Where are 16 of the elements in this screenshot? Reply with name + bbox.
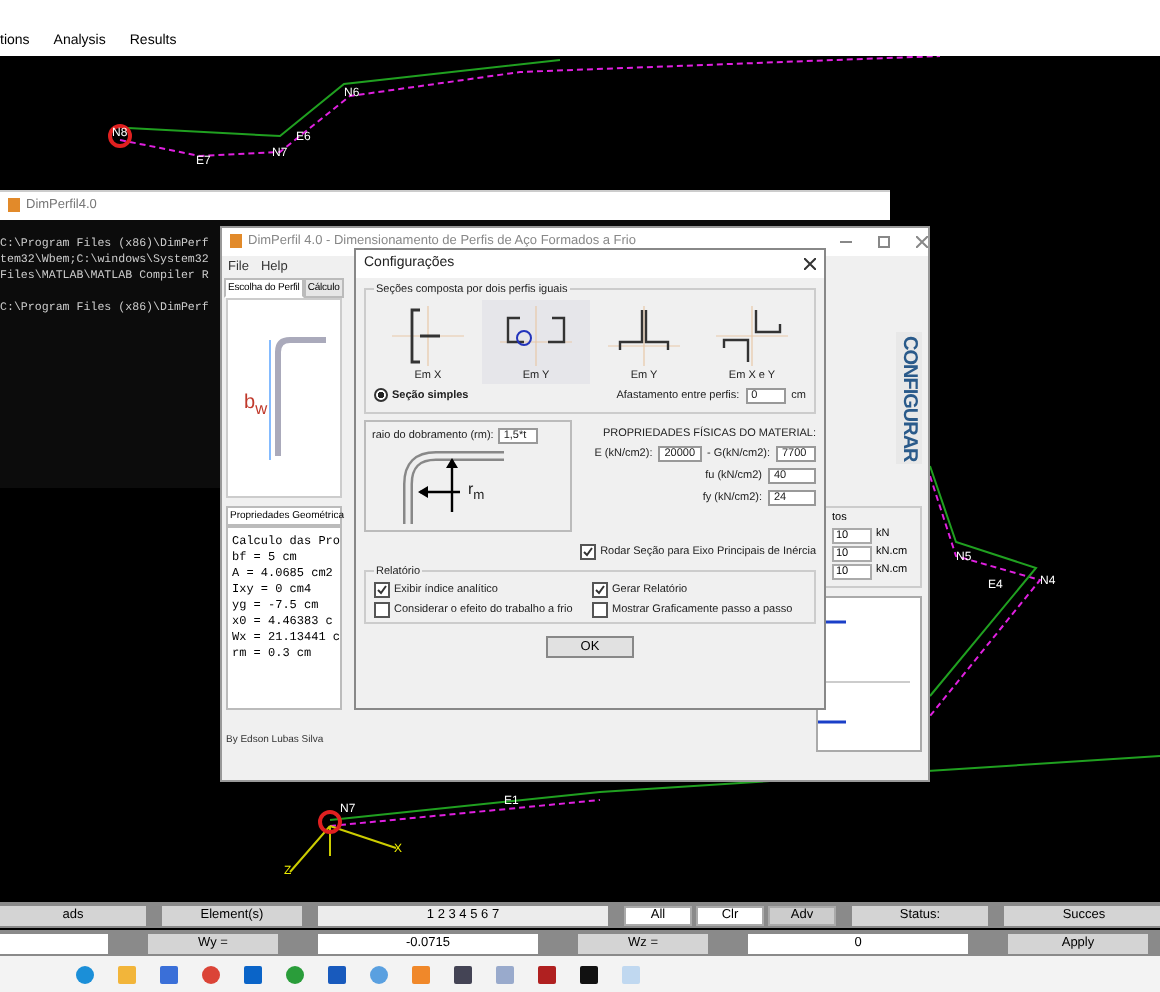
section-icon (388, 301, 468, 370)
configure-button[interactable]: CONFIGURAR (896, 331, 922, 465)
radius-label: r$_{m}$ (468, 480, 485, 504)
cursor-icon (516, 329, 532, 346)
check-icon (376, 583, 388, 596)
input-field[interactable] (0, 933, 108, 954)
section-icon (712, 301, 792, 370)
minimize-icon[interactable] (840, 235, 852, 248)
profile-drawing (268, 335, 328, 460)
check-icon (594, 583, 606, 596)
dimension-label: b$_{w}$ (244, 391, 268, 418)
section-icon (496, 301, 576, 370)
maximize-icon[interactable] (878, 235, 890, 248)
section-icon (604, 301, 684, 370)
check-icon (582, 545, 595, 558)
close-icon[interactable] (804, 257, 816, 270)
